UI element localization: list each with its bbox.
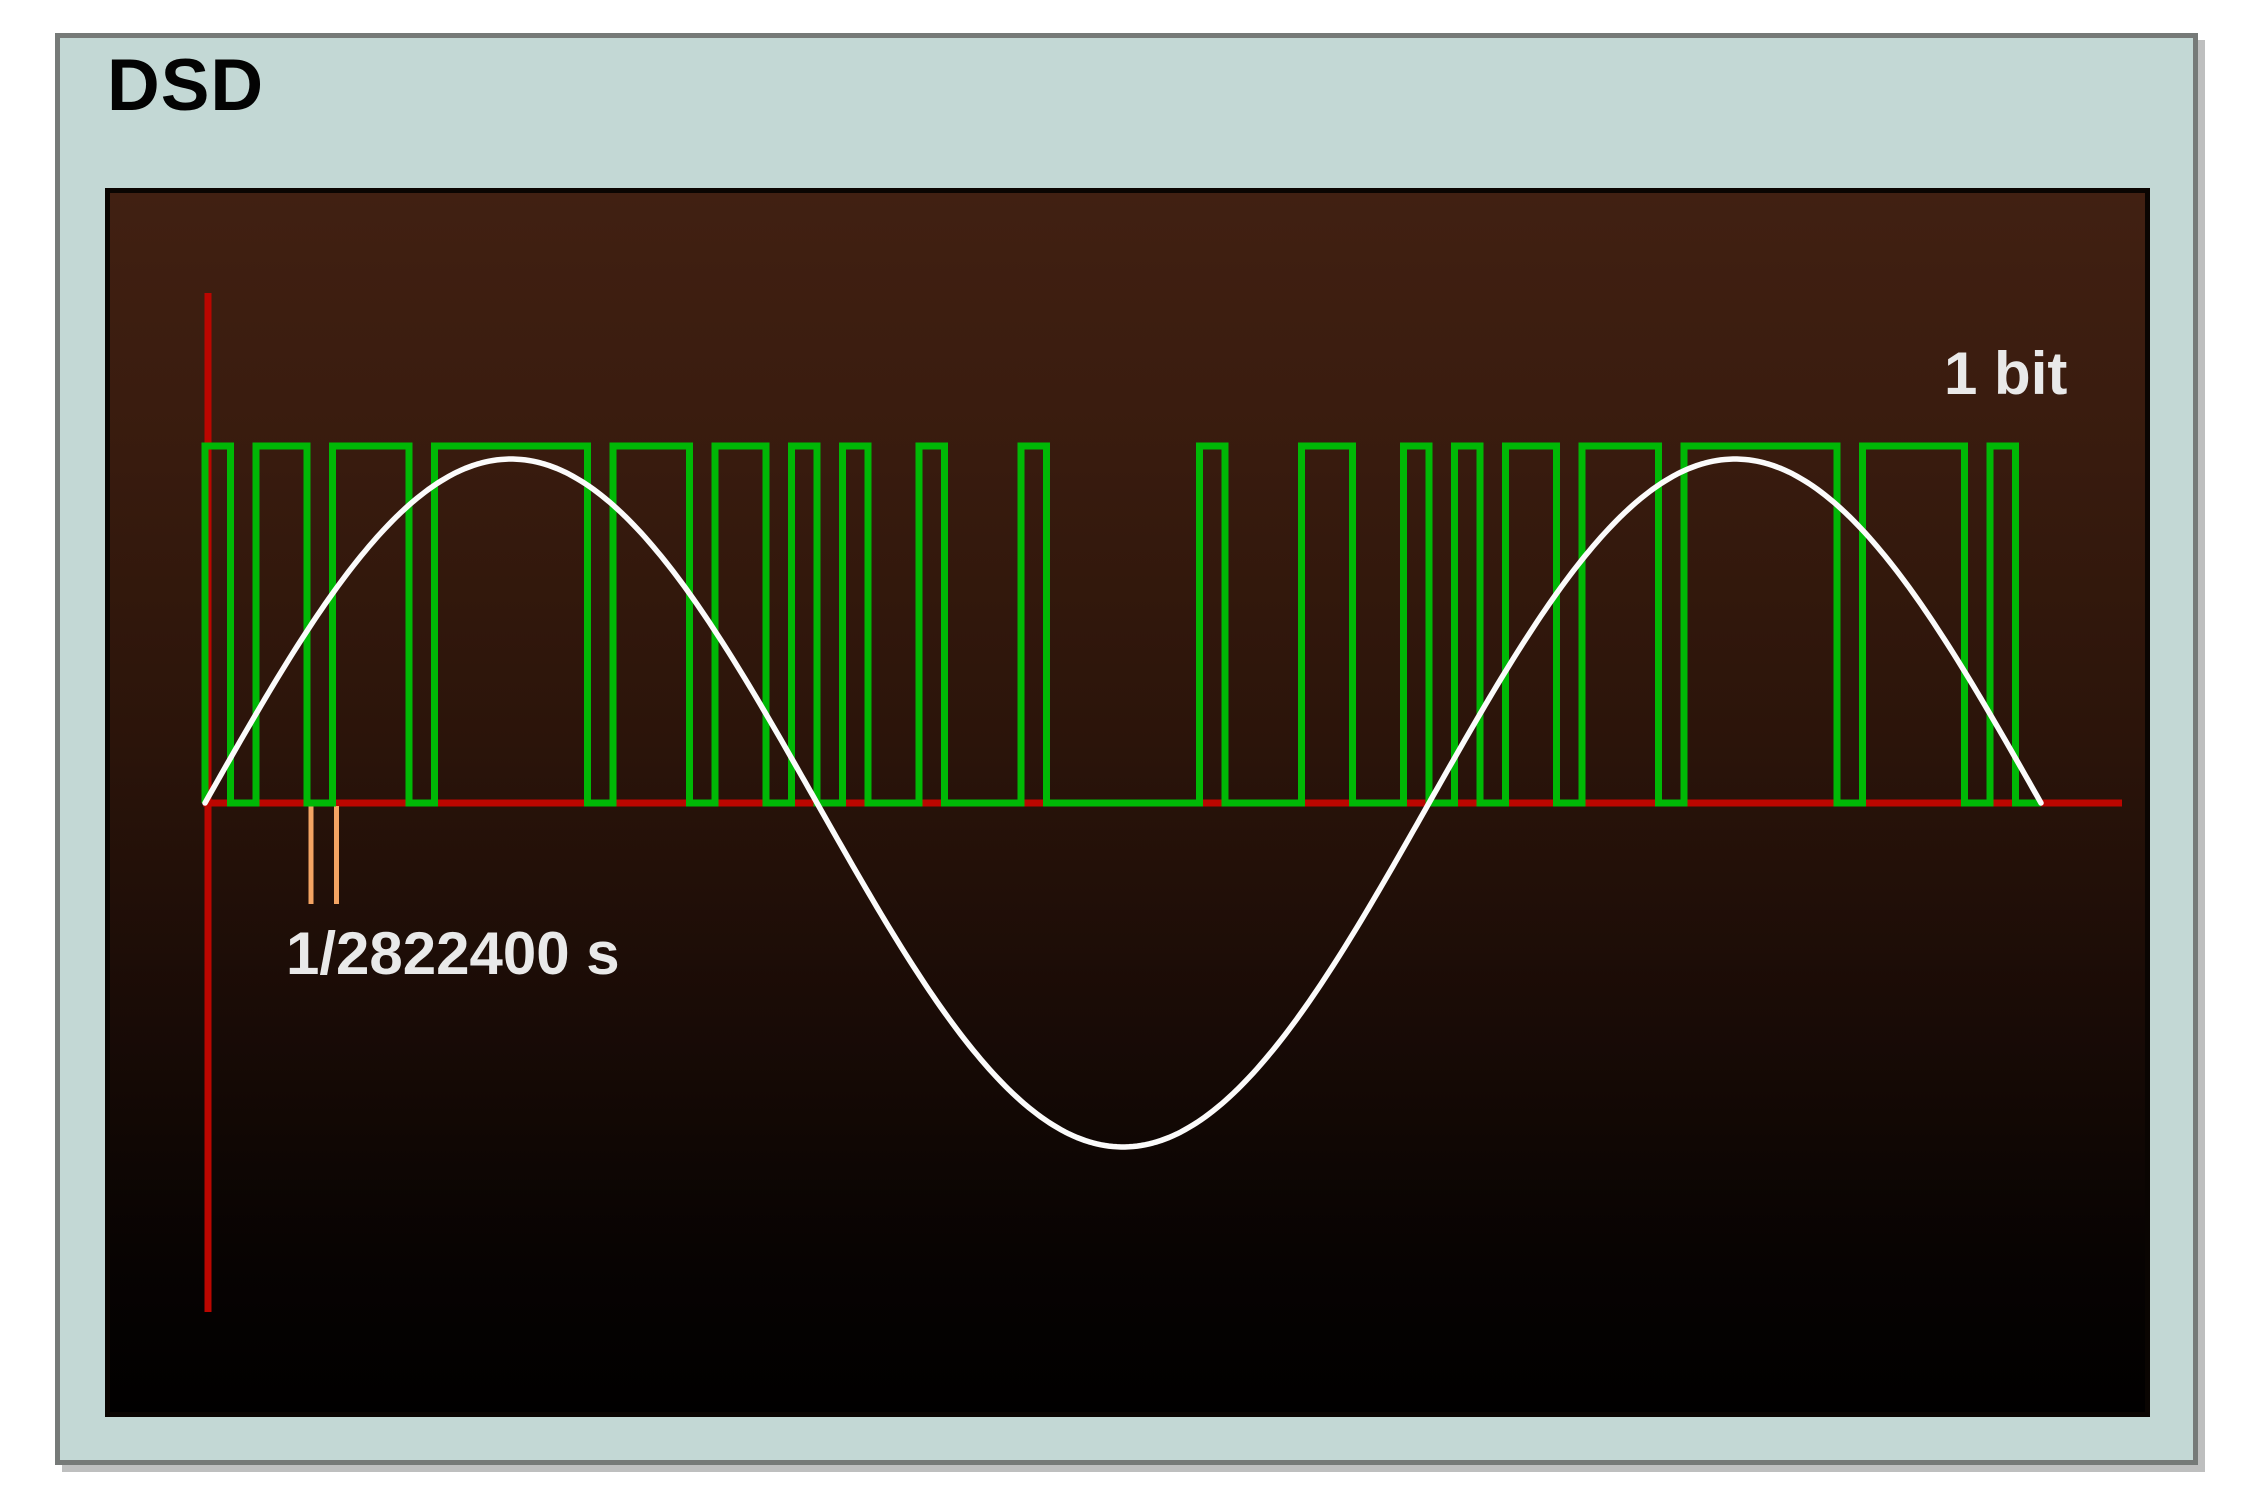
dsd-diagram: DSD 1 bit 1/2822400 s <box>0 0 2247 1496</box>
waveform-canvas <box>0 0 2247 1496</box>
pdm-bitstream-wave <box>205 446 2041 803</box>
one-bit-label: 1 bit <box>1944 344 2067 404</box>
bit-period-label: 1/2822400 s <box>286 924 620 984</box>
